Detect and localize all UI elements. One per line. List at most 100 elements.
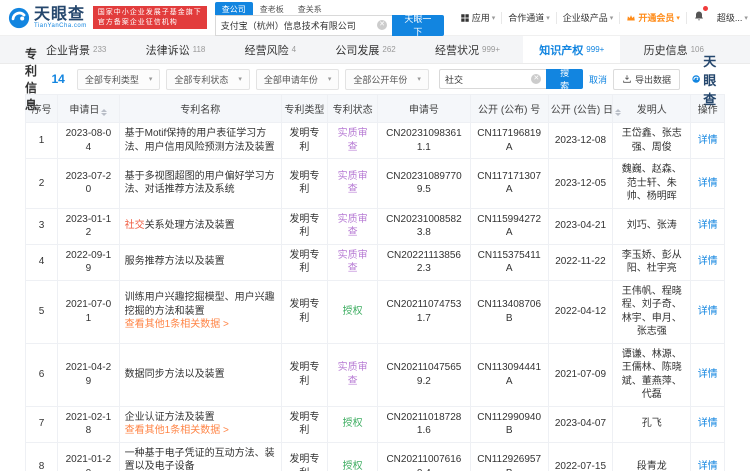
company-search-input[interactable]: 支付宝（杭州）信息技术有限公司 ✕ bbox=[214, 14, 393, 36]
detail-link[interactable]: 详情 bbox=[698, 369, 718, 380]
row-index: 2 bbox=[24, 158, 59, 209]
watermark-logo: 天眼查 bbox=[692, 51, 725, 108]
col-header-application-no: 申请号 bbox=[377, 94, 471, 123]
publication-date: 2023-12-05 bbox=[547, 158, 614, 209]
patent-name: 基于多视图超图的用户偏好学习方法、对话推荐方法及系统 bbox=[124, 170, 275, 196]
patent-count: 14 bbox=[51, 72, 65, 86]
inventors: 谭谦、林源、王儒林、陈晓斌、董燕萍、代磊 bbox=[612, 342, 692, 407]
col-header-publication-no: 公开 (公布) 号 bbox=[469, 94, 549, 123]
patent-filter-bar: 专利信息 14 全部专利类型▾ 全部专利状态▾ 全部申请年份▾ 全部公开年份▾ … bbox=[0, 47, 750, 112]
notifications-bell[interactable] bbox=[687, 5, 711, 27]
patent-name: 关系处理方法及装置 bbox=[144, 220, 235, 232]
bell-icon bbox=[694, 11, 703, 20]
application-number: CN202310983611.1 bbox=[377, 122, 471, 159]
detail-link[interactable]: 详情 bbox=[698, 461, 718, 471]
tab-intellectual-property[interactable]: 知识产权 999+ bbox=[523, 36, 621, 63]
detail-link[interactable]: 详情 bbox=[698, 135, 718, 146]
application-number: CN202110747531.7 bbox=[377, 279, 471, 344]
header-search-button[interactable]: 天眼一下 bbox=[392, 14, 444, 37]
tianyancha-logo[interactable]: 天眼查 TianYanCha.com bbox=[8, 5, 87, 29]
menu-super-vip[interactable]: 超级... ▾ bbox=[711, 11, 750, 24]
col-header-patent-name: 专利名称 bbox=[118, 94, 282, 123]
patent-table: 序号 申请日 专利名称 专利类型 专利状态 申请号 公开 (公布) 号 公开 (… bbox=[24, 94, 725, 471]
publication-date: 2023-04-07 bbox=[547, 405, 614, 443]
detail-link[interactable]: 详情 bbox=[698, 306, 718, 317]
tab-operating-risk[interactable]: 经营风险 4 bbox=[229, 36, 312, 63]
row-index: 7 bbox=[24, 405, 59, 443]
table-row: 6 2021-04-29 数据同步方法以及装置 发明专利 实质审查 CN2021… bbox=[24, 342, 725, 407]
patent-table-body: 1 2023-08-04 基于Motif保持的用户表征学习方法、用户信用风险预测… bbox=[24, 122, 725, 471]
detail-link[interactable]: 详情 bbox=[698, 178, 718, 189]
brand-name: 天眼查 bbox=[34, 5, 86, 23]
inventors: 孔飞 bbox=[612, 405, 692, 443]
dropdown-publish-year[interactable]: 全部公开年份 ▾ bbox=[345, 68, 429, 90]
col-header-apply-date[interactable]: 申请日 bbox=[57, 94, 120, 123]
col-header-patent-status: 专利状态 bbox=[326, 94, 379, 123]
patent-name: 训练用户兴趣挖掘模型、用户兴趣挖掘的方法和装置 bbox=[124, 292, 275, 317]
patent-keyword-input[interactable]: 社交 ✕ bbox=[438, 69, 547, 89]
clear-search-icon[interactable]: ✕ bbox=[377, 20, 388, 30]
table-row: 8 2021-01-20 一种基于电子凭证的互动方法、装置以及电子设备 查看其他… bbox=[24, 441, 725, 471]
table-row: 1 2023-08-04 基于Motif保持的用户表征学习方法、用户信用风险预测… bbox=[24, 122, 725, 159]
tab-legal-proceedings[interactable]: 法律诉讼 118 bbox=[130, 36, 222, 63]
search-tab-relation[interactable]: 查关系 bbox=[291, 2, 329, 15]
watermark-logo-icon bbox=[692, 75, 700, 83]
publication-number: CN113094441A bbox=[469, 342, 549, 407]
inventors: 刘巧、张涛 bbox=[612, 207, 692, 245]
detail-link[interactable]: 详情 bbox=[698, 418, 718, 429]
menu-enterprise[interactable]: 企业级产品 ▾ bbox=[557, 11, 620, 24]
related-data-link[interactable]: 查看其他1条相关数据 > bbox=[125, 424, 229, 438]
col-header-publication-date[interactable]: 公开 (公告) 日 bbox=[547, 94, 622, 123]
patent-status: 实质审查 bbox=[326, 243, 379, 281]
menu-member[interactable]: 开通会员 ▾ bbox=[620, 11, 686, 24]
clear-keyword-icon[interactable]: ✕ bbox=[531, 74, 542, 84]
patent-status: 实质审查 bbox=[326, 342, 379, 407]
row-index: 1 bbox=[24, 122, 59, 159]
patent-status: 实质审查 bbox=[326, 122, 379, 159]
sort-icon[interactable] bbox=[615, 109, 622, 116]
detail-link[interactable]: 详情 bbox=[698, 256, 718, 267]
detail-link[interactable]: 详情 bbox=[698, 220, 718, 231]
grid-icon bbox=[460, 13, 469, 22]
top-header: 天眼查 TianYanCha.com 国家中小企业发展子基金旗下 官方备案企业征… bbox=[0, 0, 750, 37]
patent-type: 发明专利 bbox=[280, 158, 328, 209]
patent-type: 发明专利 bbox=[280, 441, 328, 471]
patent-name-cell: 服务推荐方法以及装置 bbox=[118, 243, 282, 281]
patent-name-cell: 社交关系处理方法及装置 bbox=[118, 207, 282, 245]
patent-type: 发明专利 bbox=[280, 122, 328, 159]
patent-name-cell: 一种基于电子凭证的互动方法、装置以及电子设备 查看其他1条相关数据 > bbox=[118, 441, 282, 471]
tianyancha-logo-icon bbox=[8, 7, 30, 28]
tab-operating-status[interactable]: 经营状况 999+ bbox=[419, 36, 516, 63]
patent-name-cell: 企业认证方法及装置 查看其他1条相关数据 > bbox=[118, 405, 282, 443]
patent-status: 授权 bbox=[326, 279, 379, 344]
publication-date: 2023-12-08 bbox=[547, 122, 614, 159]
patent-name-highlight: 社交 bbox=[124, 220, 145, 232]
sort-icon[interactable] bbox=[101, 109, 108, 116]
menu-apps[interactable]: 应用 ▾ bbox=[454, 11, 502, 24]
menu-coop[interactable]: 合作通道 ▾ bbox=[502, 11, 556, 24]
dropdown-patent-type[interactable]: 全部专利类型 ▾ bbox=[76, 68, 161, 90]
dropdown-apply-year[interactable]: 全部申请年份 ▾ bbox=[255, 68, 340, 90]
patent-search-button[interactable]: 搜索 bbox=[546, 68, 583, 91]
related-data-link[interactable]: 查看其他1条相关数据 > bbox=[125, 318, 229, 332]
publication-date: 2022-11-22 bbox=[547, 243, 614, 281]
tab-company-development[interactable]: 公司发展 262 bbox=[319, 36, 411, 63]
row-index: 6 bbox=[24, 342, 59, 407]
inventors: 魏巍、赵森、范士轩、朱帅、杨明晖 bbox=[612, 158, 692, 209]
cancel-search-link[interactable]: 取消 bbox=[589, 73, 607, 86]
patent-name-cell: 基于Motif保持的用户表征学习方法、用户信用风险预测方法及装置 bbox=[118, 122, 282, 159]
apply-date: 2021-02-18 bbox=[57, 405, 120, 443]
table-row: 4 2022-09-19 服务推荐方法以及装置 发明专利 实质审查 CN2022… bbox=[24, 243, 725, 281]
patent-name: 一种基于电子凭证的互动方法、装置以及电子设备 bbox=[124, 447, 275, 471]
dropdown-patent-status[interactable]: 全部专利状态 ▾ bbox=[166, 68, 250, 90]
tab-company-background[interactable]: 企业背景 233 bbox=[30, 36, 122, 63]
notification-dot bbox=[702, 5, 708, 11]
top-menu: 应用 ▾ 合作通道 ▾ 企业级产品 ▾ 开通会员 ▾ 超级... ▾ bbox=[454, 5, 750, 27]
apply-date: 2023-01-12 bbox=[57, 207, 120, 245]
publication-number: CN117171307A bbox=[469, 158, 549, 209]
export-data-button[interactable]: 导出数据 bbox=[612, 68, 680, 90]
publication-date: 2021-07-09 bbox=[547, 342, 614, 407]
search-tab-company[interactable]: 查公司 bbox=[214, 1, 253, 15]
section-nav: 企业背景 233 法律诉讼 118 经营风险 4 公司发展 262 经营状况 999+ 知… bbox=[0, 36, 750, 64]
search-tab-boss[interactable]: 查老板 bbox=[253, 2, 291, 15]
